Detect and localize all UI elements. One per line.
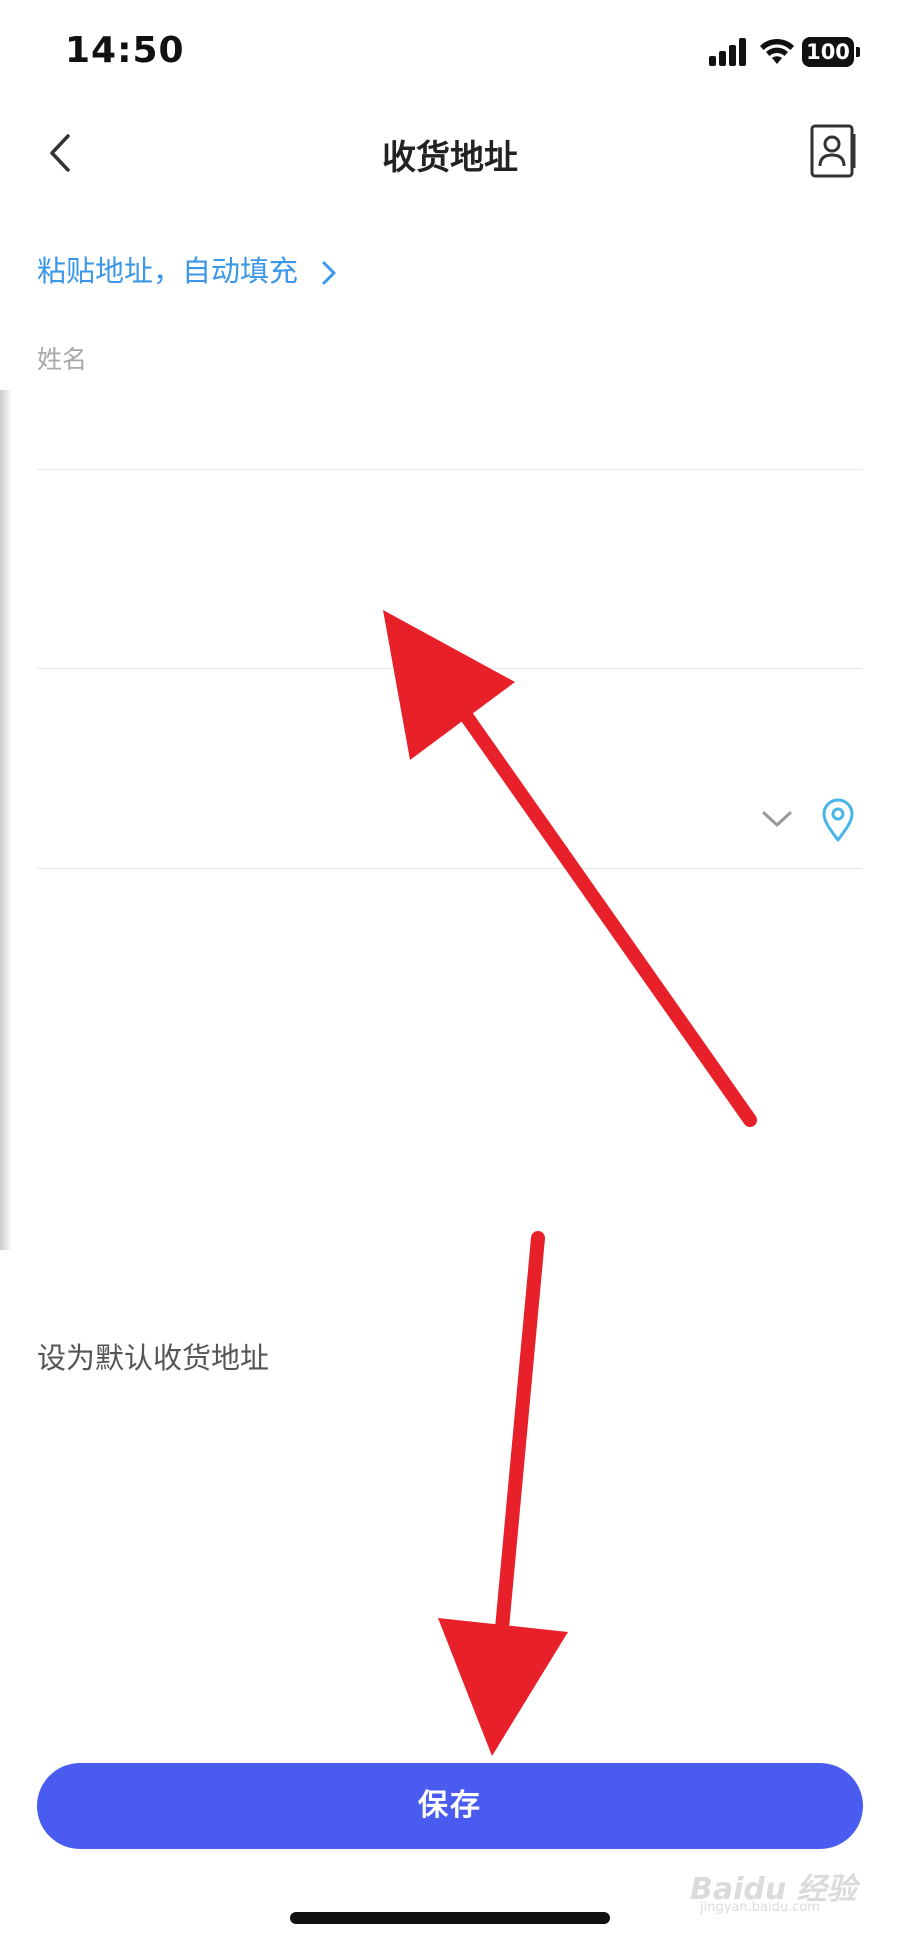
location-pin-icon[interactable] (820, 797, 856, 843)
chevron-right-icon (322, 261, 336, 285)
divider (37, 469, 862, 470)
contact-book-icon (810, 124, 856, 178)
default-address-label: 设为默认收货地址 (37, 1341, 270, 1375)
edge-shadow (0, 390, 12, 1250)
divider (37, 668, 862, 669)
divider (37, 868, 862, 869)
page-title: 收货地址 (382, 138, 518, 178)
paste-address-link[interactable]: 粘贴地址，自动填充 (37, 248, 337, 290)
battery-tip (856, 47, 860, 57)
home-indicator[interactable] (290, 1912, 610, 1924)
annotation-arrows (383, 610, 757, 1756)
watermark-sub: jingyan.baidu.com (700, 1900, 820, 1915)
default-address-toggle[interactable] (818, 1332, 868, 1366)
battery-icon: 100 (802, 37, 860, 67)
wifi-icon (760, 38, 794, 64)
status-time: 14:50 (65, 30, 185, 71)
signal-icon (709, 38, 746, 66)
arrow-down-annotation (438, 1231, 568, 1756)
name-label: 姓名 (37, 345, 88, 374)
watermark: Baidu 经验 jingyan.baidu.com (690, 1850, 870, 1915)
paste-address-label: 粘贴地址，自动填充 (37, 254, 299, 288)
contacts-button[interactable] (808, 122, 858, 180)
chevron-down-icon[interactable] (760, 808, 794, 830)
battery-level: 100 (802, 37, 854, 67)
nav-bar: 收货地址 (0, 100, 900, 205)
arrow-up-annotation (383, 610, 757, 1127)
save-button[interactable]: 保存 (37, 1763, 863, 1849)
status-bar: 14:50 100 (0, 0, 900, 100)
